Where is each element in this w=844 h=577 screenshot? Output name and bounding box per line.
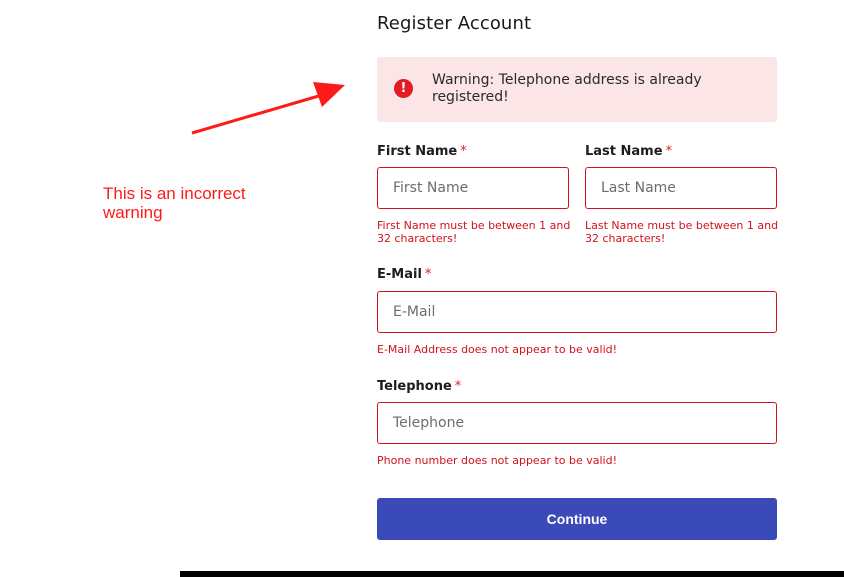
bottom-divider	[180, 571, 844, 577]
telephone-error: Phone number does not appear to be valid…	[377, 454, 617, 467]
email-input[interactable]	[377, 291, 777, 333]
telephone-label-text: Telephone	[377, 379, 452, 394]
first-name-label: First Name *	[377, 144, 467, 159]
first-name-input[interactable]	[377, 167, 569, 209]
required-mark: *	[454, 379, 462, 394]
alert-message: Warning: Telephone address is already re…	[432, 72, 702, 105]
annotation-note: This is an incorrect warning	[103, 184, 246, 222]
last-name-label: Last Name *	[585, 144, 672, 159]
telephone-input[interactable]	[377, 402, 777, 444]
email-label-text: E-Mail	[377, 267, 422, 282]
required-mark: *	[460, 144, 467, 159]
exclamation-circle-icon: !	[394, 79, 413, 98]
telephone-label: Telephone *	[377, 379, 461, 394]
required-mark: *	[665, 144, 673, 159]
email-label: E-Mail *	[377, 267, 431, 282]
last-name-input[interactable]	[585, 167, 777, 209]
first-name-error: First Name must be between 1 and 32 char…	[377, 219, 571, 245]
last-name-label-text: Last Name	[585, 144, 663, 159]
last-name-error: Last Name must be between 1 and 32 chara…	[585, 219, 779, 245]
required-mark: *	[424, 267, 432, 282]
warning-alert: ! Warning: Telephone address is already …	[377, 57, 777, 122]
first-name-label-text: First Name	[377, 144, 458, 159]
page-title: Register Account	[377, 13, 532, 34]
email-error: E-Mail Address does not appear to be val…	[377, 343, 618, 356]
continue-button[interactable]: Continue	[377, 498, 777, 540]
